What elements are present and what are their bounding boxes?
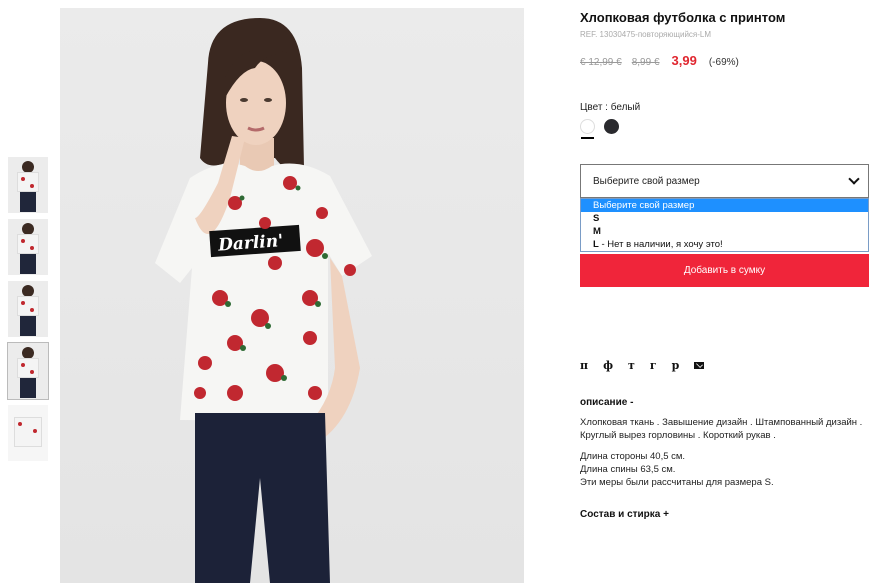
social-share: п ф т г р xyxy=(580,359,870,372)
thumbnail-figure-legs xyxy=(20,254,36,274)
thumbnail-figure-legs xyxy=(20,192,36,212)
thumbnail-flat-shirt xyxy=(14,417,42,447)
mail-icon[interactable] xyxy=(694,362,705,369)
share-facebook-icon[interactable]: ф xyxy=(603,359,613,372)
add-to-bag-button[interactable]: Добавить в сумку xyxy=(580,254,869,287)
share-pinterest-icon[interactable]: п xyxy=(580,359,588,372)
product-title: Хлопковая футболка с принтом xyxy=(580,10,786,25)
thumbnail-figure-shirt xyxy=(17,296,39,316)
color-label: Цвет : белый xyxy=(580,102,641,113)
size-option-label: M xyxy=(593,226,601,237)
price-sale: 3,99 xyxy=(671,53,697,68)
color-swatch-white[interactable] xyxy=(580,119,595,139)
price-row: € 12,99 € 8,99 € 3,99 (-69%) xyxy=(580,53,870,68)
size-select-value: Выберите свой размер xyxy=(593,175,700,187)
price-previous: 8,99 € xyxy=(631,57,660,68)
thumbnail-2[interactable] xyxy=(8,219,48,275)
product-info-panel: Хлопковая футболка с принтом REF. 130304… xyxy=(580,10,870,520)
measurements: Длина стороны 40,5 см. Длина спины 63,5 … xyxy=(580,450,870,489)
size-option-l[interactable]: L - Нет в наличии, я хочу это! xyxy=(581,238,868,251)
discount-badge: (-69%) xyxy=(708,57,739,68)
thumbnail-4[interactable] xyxy=(7,342,49,400)
thumbnail-figure-shirt xyxy=(17,358,39,378)
color-swatches xyxy=(580,119,870,139)
size-select[interactable]: Выберите свой размер xyxy=(580,164,869,198)
size-option-s[interactable]: S xyxy=(581,212,868,225)
share-google-icon[interactable]: г xyxy=(650,359,657,372)
share-twitter-icon[interactable]: т xyxy=(628,359,635,372)
side-length: Длина стороны 40,5 см. xyxy=(580,451,686,462)
thumbnail-1[interactable] xyxy=(8,157,48,213)
color-swatch-dark[interactable] xyxy=(604,119,619,134)
size-option-m[interactable]: M xyxy=(581,225,868,238)
measure-note: Эти меры были рассчитаны для размера S. xyxy=(580,477,774,488)
size-option-note: - Нет в наличии, я хочу это! xyxy=(598,239,723,250)
description-text: Хлопковая ткань . Завышение дизайн . Шта… xyxy=(580,417,863,441)
price-original: € 12,99 € xyxy=(580,57,622,68)
back-length: Длина спины 63,5 см. xyxy=(580,464,676,475)
size-option-label: S xyxy=(593,213,600,224)
description-toggle[interactable]: описание - xyxy=(580,397,870,408)
chevron-down-icon xyxy=(848,173,860,185)
product-main-image[interactable]: Darlin' xyxy=(60,8,524,583)
product-ref: REF. 13030475-повторяющийся-LM xyxy=(580,30,712,39)
thumbnail-5[interactable] xyxy=(8,405,48,461)
size-option-placeholder[interactable]: Выберите свой размер xyxy=(581,199,868,212)
care-toggle[interactable]: Состав и стирка + xyxy=(580,509,870,520)
thumbnail-gallery xyxy=(7,157,49,467)
thumbnail-figure-shirt xyxy=(17,234,39,254)
thumbnail-3[interactable] xyxy=(8,281,48,337)
model-illustration: Darlin' xyxy=(155,18,372,583)
thumbnail-figure-legs xyxy=(20,316,36,336)
size-dropdown: Выберите свой размер S M L - Нет в налич… xyxy=(580,198,869,252)
thumbnail-figure-shirt xyxy=(17,172,39,192)
thumbnail-figure-legs xyxy=(20,378,36,398)
share-p-icon[interactable]: р xyxy=(672,359,680,372)
size-option-label: Выберите свой размер xyxy=(593,200,695,211)
